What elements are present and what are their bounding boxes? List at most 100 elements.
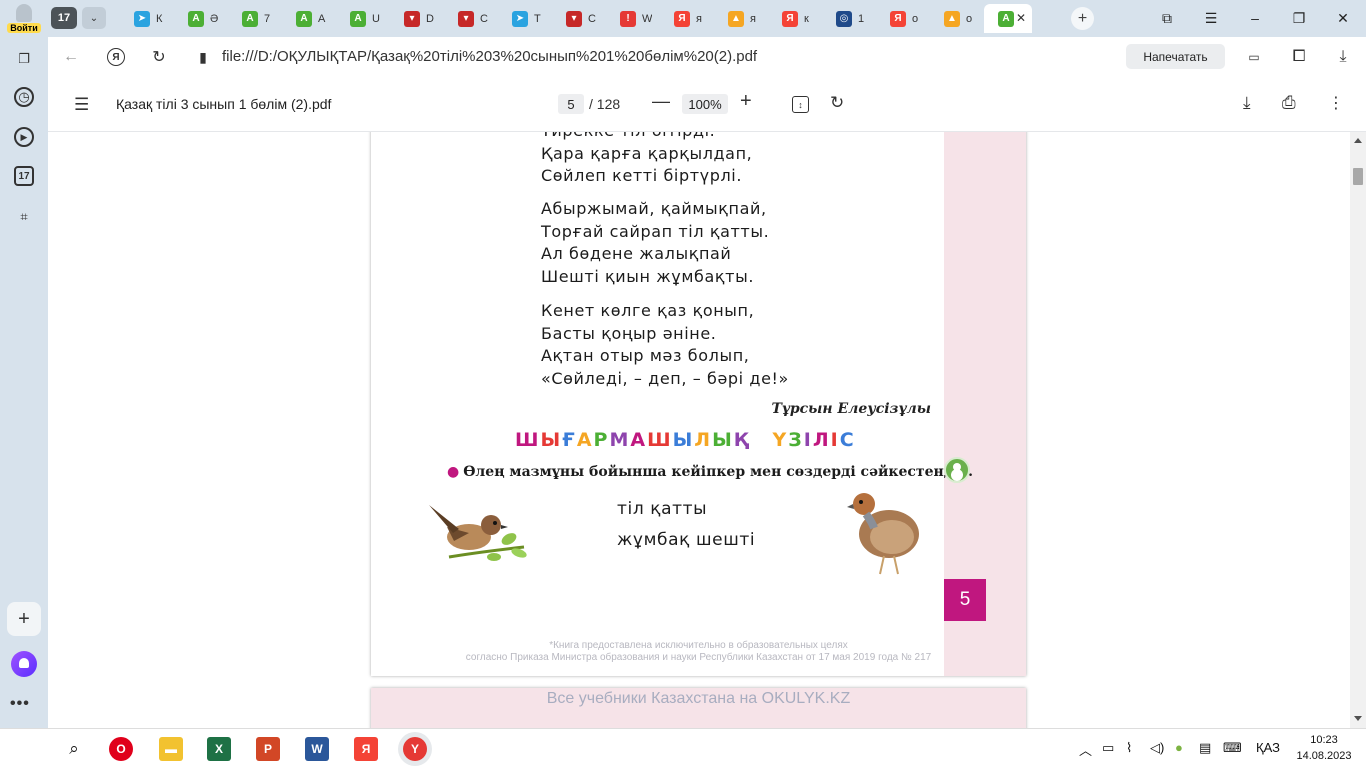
alice-assistant-icon[interactable] [11,651,37,677]
pdf-viewer[interactable]: Үйрекке тіл бітірді. Қара қарға қарқылда… [48,132,1350,728]
url-field[interactable]: file:///D:/ОҚУЛЫҚТАР/Қазақ%20тілі%203%20… [222,48,757,65]
print-button[interactable]: Напечатать [1126,44,1225,69]
play-icon[interactable]: ▶ [14,127,34,147]
heading-letter: Ғ [562,429,577,451]
scrollbar-thumb[interactable] [1353,168,1363,185]
tab[interactable]: ! W [606,4,660,33]
new-tab-button[interactable]: + [1071,7,1094,30]
pdf-page: Үйрекке тіл бітірді. Қара қарға қарқылда… [371,132,1026,676]
tab-title: U [372,12,380,25]
search-icon[interactable]: ⌕ [62,737,86,761]
battery-icon[interactable]: ▭ [1102,740,1114,756]
tab[interactable]: ▲ о [930,4,984,33]
clock[interactable]: 10:23 14.08.2023 [1290,732,1358,764]
task-instruction: ● Өлең мазмұны бойынша кейіпкер мен сөзде… [447,464,973,480]
tab[interactable]: ◎ 1 [822,4,876,33]
download-icon[interactable]: ⤓ [1243,93,1251,113]
battery-saver-icon[interactable]: ▭ [1243,46,1265,68]
heading-letter: Л [812,429,831,451]
download-icon[interactable]: ⤓ [1332,46,1354,68]
opera-icon[interactable]: O [109,737,133,761]
page-number-input[interactable]: 5 [558,94,584,114]
zoom-out-icon[interactable]: — [652,91,670,112]
heading-letter: А [576,429,594,451]
scroll-down-arrow-icon[interactable] [1354,716,1362,721]
hamburger-menu-icon[interactable]: ☰ [74,95,89,115]
app-tray-icon[interactable]: ● [1175,740,1183,755]
add-panel-button[interactable]: + [7,602,41,636]
powerpoint-icon[interactable]: P [256,737,280,761]
tab-title: я [750,12,756,25]
section-heading: ШЫҒАРМАШЫЛЫҚ ҮЗІЛІС [515,429,856,451]
back-arrow-icon[interactable]: ← [60,46,82,68]
tab[interactable]: Яя [660,4,714,33]
history-icon[interactable]: ◷ [14,87,34,107]
volume-icon[interactable]: ◁) [1150,740,1164,756]
calendar-icon[interactable]: 17 [14,166,34,186]
poem-line: Ал бөдене жалықпай [541,244,732,263]
tab[interactable]: Як [768,4,822,33]
telegram-icon: ➤ [512,10,528,27]
yandex-browser-icon[interactable]: Я [354,737,378,761]
green-a-icon: A [296,10,312,27]
heading-letter: А [630,429,648,451]
screenshot-icon[interactable]: ⌗ [14,207,34,227]
word-icon[interactable]: W [305,737,329,761]
bookmarks-icon[interactable]: ⧉ [1157,8,1177,28]
tab[interactable]: ▾ C [444,4,498,33]
tab[interactable]: ▾ C [552,4,606,33]
tab[interactable]: ▲ я [714,4,768,33]
poem-line: Басты қоңыр әніне. [541,323,717,343]
restore-icon[interactable]: ❐ [1289,8,1309,28]
zoom-in-icon[interactable]: + [740,90,752,113]
yandex-icon[interactable]: Я [107,48,125,66]
tab-strip: ➤ К AӘ A7 AА AU ▾ D ▾ C ➤ Т ▾ C ! W Яя ▲ я Як ◎… [120,4,1032,33]
poem-stanza: Абыржымай, қаймықпай, Торғай сайрап тіл … [541,198,769,288]
pair-work-icon [944,457,970,483]
fit-page-icon[interactable]: ↕ [792,96,809,113]
chevron-up-icon[interactable]: ︿ [1079,740,1092,759]
printer-icon[interactable]: ⎙ [1282,93,1296,113]
chevron-down-icon[interactable]: ⌄ [82,7,106,29]
windows-start-icon[interactable] [16,741,32,757]
globe-icon: ◎ [836,10,852,27]
language-indicator[interactable]: ҚАЗ [1256,740,1280,755]
tab[interactable]: ▾ D [390,4,444,33]
reload-icon[interactable]: ↻ [148,46,170,68]
excel-icon[interactable]: X [207,737,231,761]
minimize-icon[interactable]: – [1245,8,1265,28]
tab[interactable]: ➤ К [120,4,174,33]
extensions-icon[interactable]: ⧠ [1288,46,1310,68]
tab-title: К [156,12,163,25]
zoom-input[interactable]: 100% [682,94,728,114]
more-vertical-icon[interactable]: ⋮ [1328,93,1344,113]
active-tab[interactable]: A ✕ [984,4,1032,33]
scroll-up-arrow-icon[interactable] [1354,138,1362,143]
login-button[interactable]: Войти [0,0,48,37]
file-explorer-icon[interactable]: ▬ [159,737,183,761]
partridge-image [847,493,919,575]
heading-letter: Л [694,429,713,451]
collections-icon[interactable]: ❐ [14,49,34,69]
tab[interactable]: Яо [876,4,930,33]
tab[interactable]: AU [336,4,390,33]
tab[interactable]: AӘ [174,4,228,33]
tab[interactable]: ➤ Т [498,4,552,33]
tab[interactable]: AА [282,4,336,33]
tab-count-button[interactable]: 17 [51,7,77,29]
vertical-scrollbar[interactable] [1350,132,1366,728]
tab[interactable]: A7 [228,4,282,33]
notes-icon[interactable]: ▤ [1199,740,1211,756]
page-number-badge: 5 [944,579,986,621]
close-window-icon[interactable]: ✕ [1333,8,1353,28]
tab-title: Ә [210,12,219,25]
tab-title: о [912,12,919,25]
more-icon[interactable]: ••• [10,695,30,713]
rotate-icon[interactable]: ↻ [830,93,844,113]
poem-author: Тұрсын Елеусізұлы [771,401,931,417]
close-icon[interactable]: ✕ [1016,11,1026,25]
menu-icon[interactable]: ☰ [1201,8,1221,28]
keyboard-icon[interactable]: ⌨ [1223,740,1242,756]
wifi-icon[interactable]: ⌇ [1126,740,1132,756]
yandex-icon[interactable]: Y [403,737,427,761]
